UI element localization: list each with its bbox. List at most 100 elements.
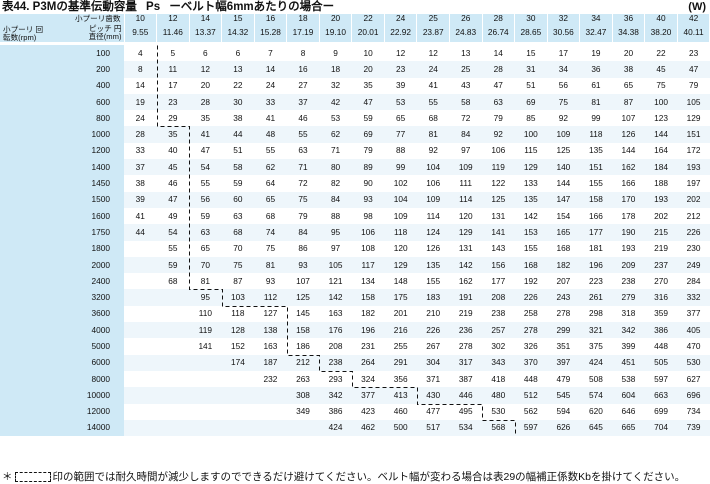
- value-cell: 141: [482, 224, 515, 241]
- value-cell: 125: [547, 142, 580, 160]
- value-cell: [124, 403, 157, 420]
- table-row: 6000 174 187 212 238 264 291 304 317 343 370 397 424…: [0, 354, 710, 371]
- rpm-cell: 1200: [0, 142, 124, 160]
- value-cell: [189, 419, 222, 437]
- teeth-header-cell: 34: [579, 14, 613, 23]
- value-cell: 237: [644, 256, 678, 274]
- value-cell: 118: [579, 126, 613, 143]
- value-cell: 34: [547, 61, 580, 78]
- value-cell: 64: [254, 175, 287, 192]
- value-cell: 517: [416, 419, 450, 437]
- value-cell: 128: [221, 322, 255, 339]
- value-cell: 646: [612, 403, 645, 420]
- value-cell: 102: [384, 175, 417, 192]
- value-cell: 105: [319, 256, 352, 274]
- value-cell: 187: [254, 354, 287, 371]
- value-cell: 60: [221, 191, 255, 208]
- value-cell: 123: [644, 110, 678, 127]
- value-cell: 75: [644, 77, 678, 94]
- value-cell: 93: [351, 191, 385, 208]
- table-row: 1000 28 35 41 44 48 55 62 69 77 81 84 92 100 109 118 126…: [0, 126, 710, 143]
- value-cell: 144: [547, 175, 580, 192]
- value-cell: 18: [319, 61, 352, 78]
- pitch-header-cell: 23.87: [416, 23, 450, 42]
- value-cell: 28: [124, 126, 157, 143]
- value-cell: 82: [319, 175, 352, 192]
- value-cell: 387: [449, 370, 483, 388]
- value-cell: 12: [416, 45, 450, 62]
- value-cell: 41: [416, 77, 450, 94]
- pitch-header-cell: 40.11: [677, 23, 710, 42]
- value-cell: 59: [189, 207, 222, 225]
- value-cell: 238: [482, 305, 515, 323]
- value-cell: 238: [612, 273, 645, 290]
- rpm-header-label: 小プーリ 回転数(rpm): [3, 25, 44, 42]
- value-cell: 59: [351, 110, 385, 127]
- rpm-cell: 5000: [0, 338, 124, 355]
- value-cell: 120: [449, 207, 483, 225]
- value-cell: 163: [319, 305, 352, 323]
- value-cell: 109: [449, 159, 483, 176]
- value-cell: 14: [482, 45, 515, 62]
- value-cell: 6: [189, 45, 222, 62]
- value-cell: 41: [189, 126, 222, 143]
- value-cell: 193: [677, 159, 710, 176]
- value-cell: 141: [189, 338, 222, 355]
- table-row: 400 14 17 20 22 24 27 32 35 39 41 43 47 51 56 61 65 75 79: [0, 77, 710, 94]
- value-cell: 620: [579, 403, 613, 420]
- value-cell: 349: [286, 403, 320, 420]
- value-cell: 41: [124, 207, 157, 225]
- value-cell: 63: [189, 224, 222, 241]
- value-cell: 7: [254, 45, 287, 62]
- value-cell: 81: [189, 273, 222, 290]
- value-cell: 33: [124, 142, 157, 160]
- value-cell: 291: [384, 354, 417, 371]
- value-cell: [286, 419, 320, 437]
- pitch-header-cell: 22.92: [384, 23, 418, 42]
- value-cell: 126: [416, 240, 450, 257]
- footnote-prefix: ＊: [2, 471, 13, 483]
- value-cell: 35: [189, 110, 222, 127]
- table-row: 100 4 5 6 6 7 8 9 10 12 12 13 14 15 17 19 20 22 23: [0, 45, 710, 62]
- rpm-cell: 1000: [0, 126, 124, 143]
- teeth-header-cell: 24: [384, 14, 418, 23]
- teeth-header-cell: 12: [156, 14, 190, 23]
- value-cell: 75: [254, 240, 287, 257]
- value-cell: 23: [384, 61, 417, 78]
- value-cell: 446: [449, 387, 483, 404]
- teeth-header-cell: 30: [514, 14, 548, 23]
- value-cell: 81: [254, 256, 287, 274]
- value-cell: 156: [482, 256, 515, 274]
- value-cell: 32: [319, 77, 352, 94]
- value-cell: 448: [644, 338, 678, 355]
- value-cell: 377: [677, 305, 710, 323]
- value-cell: 308: [286, 387, 320, 404]
- value-cell: 386: [644, 322, 678, 339]
- value-cell: 75: [286, 191, 320, 208]
- value-cell: 14: [124, 77, 157, 94]
- pitch-header-cell: 20.01: [351, 23, 385, 42]
- value-cell: 39: [384, 77, 417, 94]
- teeth-header-cell: 28: [482, 14, 516, 23]
- value-cell: 72: [286, 175, 320, 192]
- value-cell: 530: [677, 354, 710, 371]
- value-cell: 508: [579, 370, 613, 388]
- rpm-cell: 4000: [0, 322, 124, 339]
- pitch-header-cell: 19.10: [319, 23, 353, 42]
- rpm-cell: 6000: [0, 354, 124, 371]
- value-cell: 110: [189, 305, 222, 323]
- rpm-cell: 1500: [0, 191, 124, 208]
- value-cell: 23: [677, 45, 710, 62]
- value-cell: 184: [644, 159, 678, 176]
- table-title-symbol: Ps: [146, 1, 161, 13]
- value-cell: 89: [351, 159, 385, 176]
- pitch-header-cell: 13.37: [189, 23, 223, 42]
- value-cell: [124, 273, 157, 290]
- value-cell: 71: [286, 159, 320, 176]
- table-row: 14000 424 462 500 517 534 568 597 626 645 665 704 73…: [0, 419, 710, 437]
- rpm-cell: 1750: [0, 224, 124, 241]
- value-cell: 62: [254, 159, 287, 176]
- value-cell: 49: [156, 207, 190, 225]
- value-cell: 460: [384, 403, 417, 420]
- value-cell: 495: [449, 403, 483, 420]
